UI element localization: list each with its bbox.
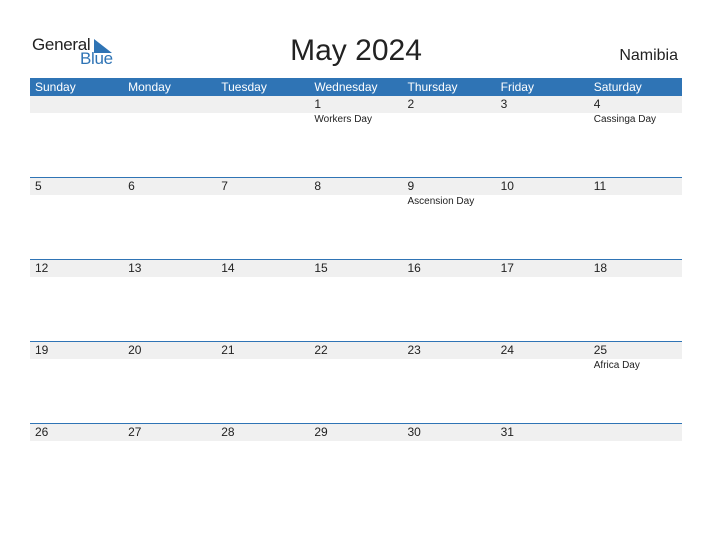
day-cell	[30, 96, 123, 126]
week-row: 19 20 21 22 23 24 25 Africa Day	[30, 341, 682, 423]
day-cell: 14	[216, 260, 309, 278]
day-number: 3	[500, 97, 508, 111]
day-cell: 25 Africa Day	[589, 342, 682, 372]
day-cell: 2	[403, 96, 496, 126]
holiday-label: Workers Day	[314, 114, 372, 125]
day-cell: 18	[589, 260, 682, 278]
weekday-wednesday: Wednesday	[314, 80, 378, 94]
weekday-friday: Friday	[500, 80, 534, 94]
weekday-saturday: Saturday	[593, 80, 642, 94]
day-cell: 19	[30, 342, 123, 372]
day-cell: 26	[30, 424, 123, 442]
weekday-sunday: Sunday	[35, 80, 76, 94]
country-label: Namibia	[619, 47, 678, 64]
day-cell: 22	[309, 342, 402, 372]
day-cell: 8	[309, 178, 402, 208]
day-cell: 27	[123, 424, 216, 442]
day-number: 22	[314, 343, 328, 357]
day-number	[221, 96, 309, 113]
day-cell: 3	[496, 96, 589, 126]
weekday-monday: Monday	[128, 80, 171, 94]
day-number: 5	[35, 179, 42, 193]
week-row: 26 27 28 29 30 31	[30, 423, 682, 505]
day-number	[35, 96, 123, 113]
day-cell: 24	[496, 342, 589, 372]
day-cell: 17	[496, 260, 589, 278]
day-number: 12	[35, 261, 49, 275]
weekday-tuesday: Tuesday	[221, 80, 267, 94]
day-cell: 13	[123, 260, 216, 278]
day-cell: 11	[589, 178, 682, 208]
day-cell: 1 Workers Day	[309, 96, 402, 126]
day-number: 17	[500, 261, 514, 275]
day-number: 24	[500, 343, 514, 357]
day-cell	[123, 96, 216, 126]
day-number: 19	[35, 343, 49, 357]
day-number: 28	[221, 425, 235, 439]
day-number: 27	[128, 425, 142, 439]
day-number: 13	[128, 261, 142, 275]
day-cell: 6	[123, 178, 216, 208]
day-number: 21	[221, 343, 235, 357]
day-cell: 9 Ascension Day	[403, 178, 496, 208]
day-number: 18	[593, 261, 608, 275]
day-number: 1	[314, 97, 322, 111]
day-number: 31	[500, 425, 514, 439]
day-number: 25	[593, 343, 608, 357]
day-number: 23	[407, 343, 421, 357]
day-number: 14	[221, 261, 235, 275]
calendar-grid: Sunday Monday Tuesday Wednesday Thursday…	[30, 78, 682, 505]
day-number	[128, 96, 216, 113]
day-number: 7	[221, 179, 228, 193]
weekday-thursday: Thursday	[407, 80, 458, 94]
weekday-header: Sunday Monday Tuesday Wednesday Thursday…	[30, 78, 682, 96]
day-cell: 30	[403, 424, 496, 442]
day-cell: 15	[309, 260, 402, 278]
week-row: 5 6 7 8 9 Ascension Day 10 11	[30, 177, 682, 259]
day-number: 2	[407, 97, 415, 111]
day-number: 26	[35, 425, 49, 439]
day-number: 29	[314, 425, 328, 439]
day-cell: 20	[123, 342, 216, 372]
day-cell	[216, 96, 309, 126]
day-number: 15	[314, 261, 328, 275]
holiday-label: Africa Day	[593, 360, 640, 371]
holiday-label: Cassinga Day	[593, 114, 657, 125]
weeks-container: 1 Workers Day 2 3 4 Cassinga Day 5 6 7 8 9 Ascensio…	[30, 96, 682, 505]
day-number: 8	[314, 179, 322, 193]
day-cell: 4 Cassinga Day	[589, 96, 682, 126]
day-cell: 16	[403, 260, 496, 278]
day-number: 4	[593, 97, 601, 111]
day-number: 20	[128, 343, 142, 357]
day-cell	[589, 424, 682, 442]
day-number: 11	[593, 179, 607, 193]
day-number: 30	[407, 425, 421, 439]
day-number: 16	[407, 261, 421, 275]
day-cell: 29	[309, 424, 402, 442]
day-cell: 31	[496, 424, 589, 442]
day-cell: 5	[30, 178, 123, 208]
day-cell: 23	[403, 342, 496, 372]
holiday-label: Ascension Day	[407, 196, 475, 207]
calendar-title: May 2024	[290, 34, 422, 67]
day-number: 9	[407, 179, 415, 193]
day-number	[594, 424, 682, 441]
day-cell: 10	[496, 178, 589, 208]
week-row: 12 13 14 15 16 17 18	[30, 259, 682, 341]
day-cell: 7	[216, 178, 309, 208]
day-cell: 28	[216, 424, 309, 442]
day-cell: 12	[30, 260, 123, 278]
day-number: 10	[500, 179, 514, 193]
day-cell: 21	[216, 342, 309, 372]
week-row: 1 Workers Day 2 3 4 Cassinga Day	[30, 96, 682, 177]
day-number: 6	[128, 179, 135, 193]
